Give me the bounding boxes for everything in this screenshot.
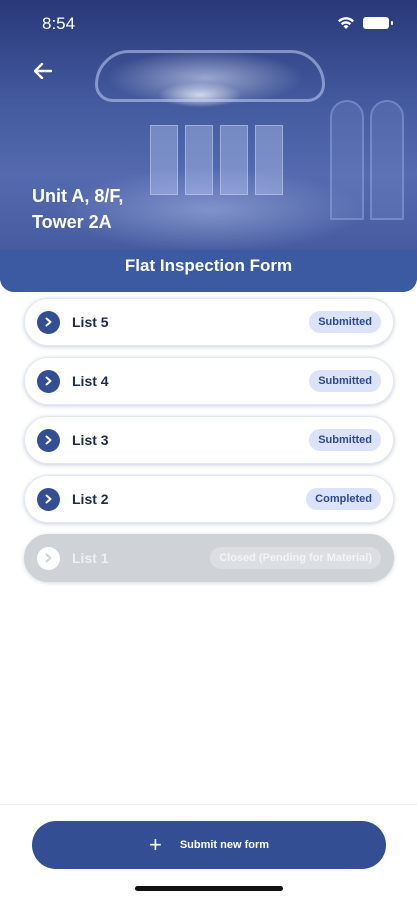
submit-new-form-button[interactable]: + Submit new form xyxy=(32,821,386,869)
arch-decor xyxy=(370,100,404,220)
battery-icon xyxy=(363,17,393,29)
list-item-label: List 2 xyxy=(72,491,109,507)
list-item-label: List 1 xyxy=(72,550,109,566)
ceiling-decor xyxy=(95,50,325,102)
list-item-label: List 5 xyxy=(72,314,109,330)
list-item[interactable]: List 4 Submitted xyxy=(24,357,394,405)
status-icons xyxy=(337,16,393,30)
home-indicator xyxy=(135,886,283,891)
chevron-right-icon xyxy=(37,546,60,570)
arrow-left-icon xyxy=(34,63,52,79)
inspection-list: List 5 Submitted List 4 Submitted List 3… xyxy=(24,298,394,593)
chevron-right-icon xyxy=(37,310,60,334)
status-time: 8:54 xyxy=(42,14,76,33)
chevron-right-icon xyxy=(37,487,60,511)
status-badge: Submitted xyxy=(309,311,381,333)
list-item[interactable]: List 5 Submitted xyxy=(24,298,394,346)
back-button[interactable] xyxy=(28,56,58,86)
status-bar: 8:54 xyxy=(0,0,417,46)
list-item-label: List 4 xyxy=(72,373,109,389)
form-title: Flat Inspection Form xyxy=(124,256,293,275)
chevron-right-icon xyxy=(37,428,60,452)
status-badge: Submitted xyxy=(309,370,381,392)
list-item-label: List 3 xyxy=(72,432,109,448)
submit-button-label: Submit new form xyxy=(179,839,270,851)
status-badge: Closed (Pending for Material) xyxy=(210,547,381,569)
status-badge: Completed xyxy=(306,488,381,510)
list-item[interactable]: List 2 Completed xyxy=(24,475,394,523)
chevron-right-icon xyxy=(37,369,60,393)
list-item-disabled[interactable]: List 1 Closed (Pending for Material) xyxy=(24,534,394,582)
arch-decor xyxy=(330,100,364,220)
list-item[interactable]: List 3 Submitted xyxy=(24,416,394,464)
wifi-icon xyxy=(338,17,354,29)
unit-title: Unit A, 8/F, Tower 2A xyxy=(32,186,124,232)
plus-icon: + xyxy=(148,832,162,857)
status-badge: Submitted xyxy=(309,429,381,451)
footer-divider xyxy=(0,804,417,805)
